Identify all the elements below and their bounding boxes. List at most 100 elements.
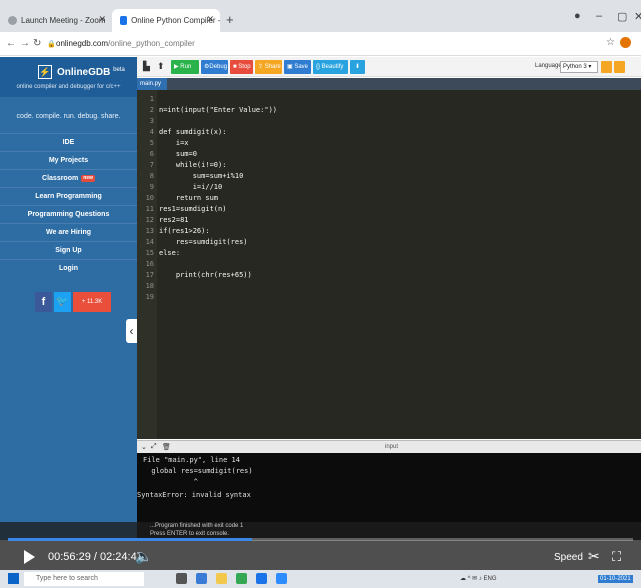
- code-text: res1=sumdigit(n): [159, 205, 227, 213]
- share-button[interactable]: ⇪ Share: [255, 60, 282, 74]
- profile-icon[interactable]: ●: [574, 10, 581, 22]
- task-view-icon[interactable]: [176, 573, 187, 584]
- play-icon[interactable]: [24, 550, 35, 564]
- sidebar-item-programming-questions[interactable]: Programming Questions: [0, 205, 137, 222]
- speed-button[interactable]: Speed: [554, 552, 583, 563]
- sidebar-item-label: Sign Up: [55, 247, 82, 254]
- debug-button[interactable]: ⚙Debug: [201, 60, 228, 74]
- code-line: 13 if(res1>26):: [137, 226, 641, 237]
- code-text: n=int(input("Enter Value:")): [159, 106, 278, 114]
- twitter-share-button[interactable]: 🐦: [54, 292, 71, 312]
- chevron-down-icon[interactable]: ⌄: [141, 443, 147, 451]
- sidebar-item-sign-up[interactable]: Sign Up: [0, 241, 137, 258]
- browser-tab-bar: Launch Meeting - Zoom ✕ Online Python Co…: [0, 0, 641, 32]
- clear-terminal-icon[interactable]: 🗑: [162, 443, 171, 451]
- facebook-share-button[interactable]: f: [35, 292, 52, 312]
- sidebar-item-learn-programming[interactable]: Learn Programming: [0, 187, 137, 204]
- tab-close-icon[interactable]: ✕: [206, 14, 214, 25]
- file-explorer-icon[interactable]: [216, 573, 227, 584]
- browser-tab-zoom[interactable]: Launch Meeting - Zoom ✕: [0, 9, 112, 32]
- line-number: 3: [149, 117, 154, 125]
- terminal-header: ⌄ ⤢ 🗑 input: [137, 440, 641, 453]
- code-line: 2 n=int(input("Enter Value:")): [137, 105, 641, 116]
- twitter-icon: 🐦: [56, 296, 69, 307]
- terminal-line: SyntaxError: invalid syntax: [137, 491, 251, 499]
- onlinegdb-favicon-icon: [120, 16, 128, 25]
- chrome-app-icon[interactable]: [236, 573, 247, 584]
- bookmark-star-icon[interactable]: ☆: [606, 37, 615, 48]
- reload-icon[interactable]: ↻: [33, 38, 41, 49]
- zoom-app-icon[interactable]: [276, 573, 287, 584]
- code-line: 11 res1=sumdigit(n): [137, 204, 641, 215]
- fullscreen-icon[interactable]: ⛶: [612, 549, 621, 565]
- tab-close-icon[interactable]: ✕: [98, 14, 106, 25]
- run-button[interactable]: ▶ Run: [171, 60, 199, 74]
- forward-icon[interactable]: →: [20, 38, 30, 49]
- info-icon[interactable]: [614, 61, 625, 73]
- code-editor[interactable]: 1 2 n=int(input("Enter Value:")) 3 4 def sumd…: [137, 90, 641, 439]
- code-line: 1: [137, 94, 641, 105]
- brand-header[interactable]: ⚡ OnlineGDB beta online compiler and deb…: [0, 57, 137, 97]
- code-line: 16: [137, 259, 641, 270]
- chevron-down-icon: ▾: [588, 64, 592, 70]
- url-path: /online_python_compiler: [108, 39, 195, 48]
- maximize-button[interactable]: ▢: [617, 10, 627, 23]
- expand-icon[interactable]: ⤢: [151, 443, 157, 451]
- line-number: 12: [145, 216, 154, 224]
- code-text: while(i!=0):: [159, 161, 227, 169]
- code-line: 12 res2=81: [137, 215, 641, 226]
- sidebar-item-classroom[interactable]: Classroom new: [0, 169, 137, 186]
- back-icon[interactable]: ←: [6, 38, 16, 49]
- app-icon[interactable]: [256, 573, 267, 584]
- line-number: 7: [149, 161, 154, 169]
- code-text: res2=81: [159, 216, 189, 224]
- sidebar: ⚡ OnlineGDB beta online compiler and deb…: [0, 57, 137, 540]
- browser-tab-onlinegdb[interactable]: Online Python Compiler - online ✕: [112, 9, 220, 32]
- upload-icon[interactable]: ⬆: [157, 61, 165, 72]
- new-file-icon[interactable]: ▙: [143, 61, 150, 72]
- sidebar-item-label: Programming Questions: [27, 211, 110, 218]
- line-number: 17: [145, 271, 154, 279]
- close-window-button[interactable]: ✕: [634, 10, 641, 23]
- extension-icon[interactable]: [620, 37, 631, 48]
- collapse-sidebar-icon[interactable]: ‹: [126, 319, 137, 343]
- sidebar-item-label: Learn Programming: [35, 193, 102, 200]
- sidebar-item-label: My Projects: [48, 157, 89, 164]
- language-select[interactable]: Python 3 ▾: [560, 61, 598, 73]
- code-text: return sum: [159, 194, 219, 202]
- overlay-caption-line2: Press ENTER to exit console.: [150, 531, 230, 537]
- new-badge: new: [81, 174, 95, 182]
- line-number: 5: [149, 139, 154, 147]
- sidebar-item-hiring[interactable]: We are Hiring: [0, 223, 137, 240]
- time-separator: /: [90, 551, 100, 563]
- sidebar-item-login[interactable]: Login: [0, 259, 137, 276]
- line-number: 16: [145, 260, 154, 268]
- volume-icon[interactable]: 🔈: [135, 548, 152, 565]
- file-tab-main-py[interactable]: main.py: [137, 78, 167, 90]
- download-icon: ⬇: [354, 64, 361, 70]
- edge-app-icon[interactable]: [196, 573, 207, 584]
- code-text: print(chr(res+65)): [159, 271, 252, 279]
- share-count-button[interactable]: + 11.3K: [73, 292, 111, 312]
- video-progress-track[interactable]: [8, 538, 633, 541]
- stop-button[interactable]: ■ Stop: [230, 60, 253, 74]
- windows-start-icon[interactable]: [8, 573, 19, 584]
- scissors-icon[interactable]: ✂: [588, 548, 600, 565]
- brand-name: OnlineGDB beta: [57, 67, 125, 78]
- beautify-button[interactable]: {} Beautify: [313, 60, 348, 74]
- sidebar-item-ide[interactable]: IDE: [0, 133, 137, 150]
- taskbar-search-field[interactable]: Type here to search: [24, 572, 144, 586]
- video-progress-fill: [8, 538, 252, 541]
- new-tab-button[interactable]: +: [226, 12, 234, 27]
- minimize-button[interactable]: –: [596, 10, 602, 22]
- url-field[interactable]: onlinegdb.com/online_python_compiler: [56, 39, 195, 48]
- sidebar-item-my-projects[interactable]: My Projects: [0, 151, 137, 168]
- video-time: 00:56:29 / 02:24:47: [48, 551, 143, 563]
- code-line: 7 while(i!=0):: [137, 160, 641, 171]
- editor-toolbar: ▙ ⬆ ▶ Run ⚙Debug ■ Stop ⇪ Share ▣ Save {…: [137, 57, 641, 77]
- download-button[interactable]: ⬇: [350, 60, 365, 74]
- settings-icon[interactable]: [601, 61, 612, 73]
- save-button[interactable]: ▣ Save: [284, 60, 311, 74]
- current-time: 00:56:29: [48, 551, 91, 563]
- terminal-input-label: input: [385, 444, 399, 450]
